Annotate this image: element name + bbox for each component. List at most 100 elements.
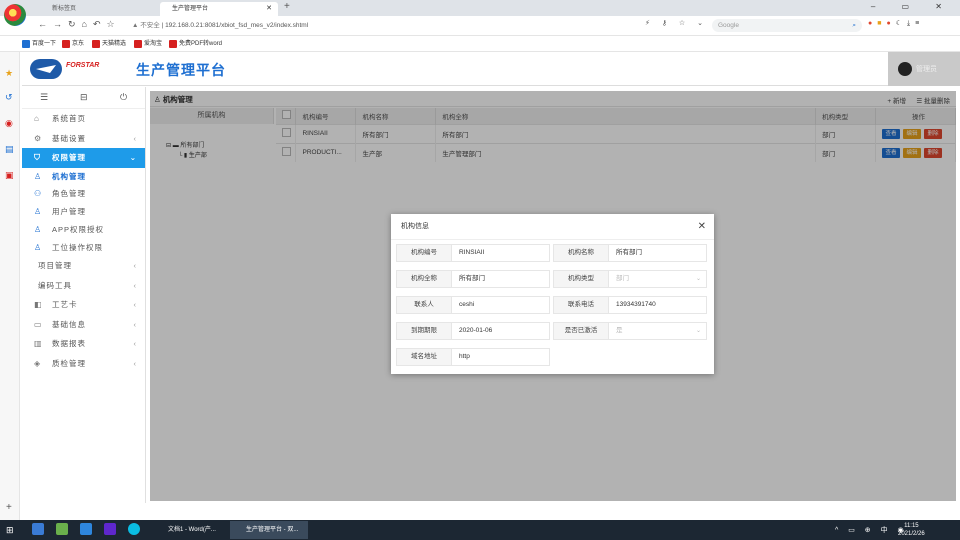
- office-icon[interactable]: ▣: [5, 170, 14, 181]
- chevron-left-icon: ‹: [133, 261, 137, 271]
- user-menu[interactable]: 管理员: [888, 52, 960, 86]
- chevron-down-icon: ⌄: [695, 276, 701, 282]
- bookmark-label: 爱淘宝: [144, 41, 163, 47]
- bookmark-label: 京东: [72, 41, 85, 47]
- bookmark-item[interactable]: 京东: [62, 39, 84, 49]
- sidebar-item-roles[interactable]: ⚇ 角色管理: [22, 185, 145, 203]
- field-value: 是: [616, 327, 623, 334]
- field-code[interactable]: 机构编号 RINSIAII: [396, 244, 550, 262]
- bookmark-item[interactable]: 天猫精选: [92, 39, 126, 49]
- add-sidebar-icon[interactable]: +: [6, 502, 12, 513]
- sidebar-item-label: 工艺卡: [52, 300, 78, 310]
- sidebar-item-process-card[interactable]: ◧ 工艺卡 ‹: [22, 295, 145, 315]
- field-contact[interactable]: 联系人 ceshi: [396, 296, 550, 314]
- chevron-left-icon: ‹: [133, 133, 137, 143]
- sidebar-item-label: 基础设置: [52, 133, 86, 143]
- field-value: 2020-01-06: [459, 327, 493, 334]
- field-name[interactable]: 机构名称 所有部门: [553, 244, 707, 262]
- star-icon[interactable]: ★: [5, 68, 13, 79]
- window-controls[interactable]: ‒ ▭ ✕: [871, 2, 954, 11]
- field-phone[interactable]: 联系电话 13934391740: [553, 296, 707, 314]
- sidebar-item-qc[interactable]: ◈ 质检管理 ‹: [22, 354, 145, 374]
- field-value: 所有部门: [459, 275, 485, 282]
- sidebar-item-projects[interactable]: 项目管理 ‹: [22, 256, 145, 276]
- sidebar-toolbar: ☰ ⊟ ⏻: [22, 87, 145, 109]
- role-icon: ⚇: [34, 189, 43, 199]
- field-fullname[interactable]: 机构全称 所有部门: [396, 270, 550, 288]
- nav-buttons[interactable]: ←→↻⌂↶☆: [38, 19, 121, 30]
- sidebar-item-label: 工位操作权限: [52, 242, 103, 252]
- sidebar-item-app-auth[interactable]: ♙ APP权限授权: [22, 221, 145, 239]
- windows-start-icon[interactable]: ⊞: [6, 525, 14, 536]
- brand-logo-icon: [30, 59, 62, 79]
- clock[interactable]: 11:15 2021/2/26: [898, 522, 925, 538]
- sidebar-item-users[interactable]: ♙ 用户管理: [22, 203, 145, 221]
- sidebar-item-station-perm[interactable]: ♙ 工位操作权限: [22, 239, 145, 257]
- bookmark-item[interactable]: 百度一下: [22, 39, 56, 49]
- url-text: 192.168.0.21:8081/xbiot_fsd_mes_v2/index…: [165, 22, 309, 29]
- sidebar-item-org[interactable]: ♙ 机构管理: [22, 168, 145, 186]
- chevron-down-icon: ⌄: [695, 328, 701, 334]
- sidebar-item-home[interactable]: ⌂ 系统首页: [22, 109, 145, 129]
- app-icon[interactable]: [32, 523, 44, 535]
- field-domain[interactable]: 域名地址 http: [396, 348, 550, 366]
- field-value: 部门: [616, 275, 629, 282]
- field-label: 联系人: [397, 297, 452, 313]
- field-type-select[interactable]: 机构类型 部门 ⌄: [553, 270, 707, 288]
- window-icon[interactable]: ▤: [5, 144, 14, 155]
- system-tray[interactable]: ^ ▭ ⊕ 中 ◉: [835, 525, 908, 535]
- app-icon[interactable]: [56, 523, 68, 535]
- sidebar-item-label: 角色管理: [52, 189, 86, 199]
- field-label: 域名地址: [397, 349, 452, 365]
- sidebar-item-label: 项目管理: [38, 261, 72, 271]
- brand-text: FORSTAR: [66, 62, 100, 69]
- sidebar-item-reports[interactable]: ▥ 数据报表 ‹: [22, 334, 145, 354]
- field-expiry[interactable]: 到期期限 2020-01-06: [396, 322, 550, 340]
- sidebar-item-label: APP权限授权: [52, 224, 105, 234]
- chevron-left-icon: ‹: [133, 280, 137, 290]
- bookmark-item[interactable]: 免费PDF转word: [169, 39, 222, 49]
- app-icon[interactable]: [104, 523, 116, 535]
- taskbar-browser[interactable]: 生产管理平台 - 双...: [230, 521, 308, 539]
- browser-logo-icon: [4, 4, 26, 26]
- sidebar-item-label: 机构管理: [52, 171, 86, 181]
- history-icon[interactable]: ↺: [5, 92, 13, 103]
- sidebar-item-basic-info[interactable]: ▭ 基础信息 ‹: [22, 315, 145, 335]
- taskbar-word[interactable]: 文档1 - Word(产...: [152, 521, 226, 539]
- sidebar-item-label: 用户管理: [52, 207, 86, 217]
- screen-icon[interactable]: ⊟: [80, 92, 88, 103]
- bookmark-item[interactable]: 爱淘宝: [134, 39, 162, 49]
- sidebar-item-permissions[interactable]: ⛉ 权限管理 ⌄: [22, 148, 145, 168]
- field-label: 机构类型: [554, 271, 609, 287]
- browser-tab-bar: 新标签页 生产管理平台 ✕ + ‒ ▭ ✕: [0, 0, 960, 16]
- field-value: 所有部门: [616, 249, 642, 256]
- power-icon[interactable]: ⏻: [120, 92, 127, 103]
- url-field[interactable]: ▲ 不安全 | 192.168.0.21:8081/xbiot_fsd_mes_…: [132, 19, 702, 33]
- chevron-left-icon: ‹: [133, 300, 137, 310]
- browser-tab-new[interactable]: 新标签页: [40, 2, 150, 16]
- sidebar-item-code-tools[interactable]: 编码工具 ‹: [22, 276, 145, 296]
- extension-icons[interactable]: ●■●☾⤓≡: [868, 19, 924, 28]
- field-label: 机构编号: [397, 245, 452, 261]
- sidebar: ☰ ⊟ ⏻ ⌂ 系统首页 ⚙ 基础设置 ‹ ⛉ 权限管理 ⌄ ♙ 机构管理 ⚇ 角色管理 ♙ 用…: [22, 87, 146, 503]
- sidebar-item-label: 数据报表: [52, 339, 86, 349]
- field-label: 到期期限: [397, 323, 452, 339]
- card-icon: ◧: [34, 300, 43, 310]
- layers-icon: ◈: [34, 358, 42, 368]
- weibo-icon[interactable]: ◉: [5, 118, 13, 129]
- field-value: RINSIAII: [459, 249, 485, 256]
- close-tab-icon[interactable]: ✕: [266, 2, 272, 16]
- search-input[interactable]: Google ⌕: [712, 19, 862, 32]
- new-tab-button[interactable]: +: [284, 1, 290, 12]
- browser-tab-app[interactable]: 生产管理平台 ✕: [160, 2, 278, 16]
- field-label: 联系电话: [554, 297, 609, 313]
- menu-toggle-icon[interactable]: ☰: [40, 92, 48, 103]
- address-actions[interactable]: ⚡ ⚷ ☆ ⌄: [645, 19, 708, 27]
- app-icon[interactable]: [80, 523, 92, 535]
- search-icon[interactable]: ⌕: [852, 19, 856, 32]
- close-icon[interactable]: ✕: [698, 214, 706, 240]
- sidebar-item-basic-settings[interactable]: ⚙ 基础设置 ‹: [22, 129, 145, 149]
- field-activated-select[interactable]: 是否已激活是 ⌄: [553, 322, 707, 340]
- edge-icon[interactable]: [128, 523, 140, 535]
- chevron-left-icon: ‹: [133, 339, 137, 349]
